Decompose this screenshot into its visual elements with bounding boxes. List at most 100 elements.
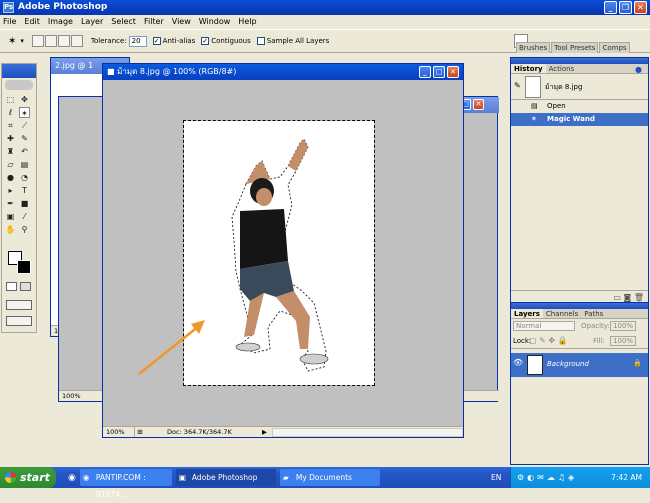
contiguous-checkbox[interactable]: ✓ [201, 37, 210, 45]
quick-launch-firefox-icon[interactable]: ◉ [68, 473, 76, 483]
intersect-selection-button[interactable] [70, 35, 83, 47]
new-selection-button[interactable] [31, 35, 44, 47]
doc-close-button[interactable]: ✕ [447, 66, 459, 78]
clock[interactable]: 7:42 AM [611, 467, 642, 488]
well-tool-presets[interactable]: Tool Presets [551, 42, 599, 53]
eraser-tool-icon[interactable]: ▱ [5, 159, 16, 170]
blend-mode-select[interactable]: Normal [513, 321, 575, 331]
brush-tool-icon[interactable]: ✎ [19, 133, 30, 144]
hand-tool-icon[interactable]: ✋ [5, 224, 16, 235]
close-button[interactable]: ✕ [634, 1, 647, 14]
jump-to-imageready-icon[interactable] [6, 316, 32, 326]
open-step-icon: ▤ [531, 102, 538, 110]
restore-button[interactable]: ❐ [619, 1, 632, 14]
history-brush-source-icon[interactable]: ✎ [514, 81, 521, 90]
history-snapshot[interactable]: ✎ ม้ามุด 8.jpg [511, 74, 648, 100]
horizontal-scrollbar[interactable] [272, 427, 463, 437]
task-my-documents[interactable]: ▰ My Documents [279, 469, 380, 486]
type-tool-icon[interactable]: T [19, 185, 30, 196]
status-info-icon[interactable]: ⊞ [135, 427, 145, 437]
tolerance-label: Tolerance: [90, 37, 127, 45]
tray-icons[interactable]: ⚙◐✉☁♫◈ [517, 467, 577, 488]
pen-tool-icon[interactable]: ✒ [5, 198, 16, 209]
zoom-level-front[interactable]: 100% [103, 427, 135, 437]
minimize-button[interactable]: _ [604, 1, 617, 14]
middle-close-button[interactable]: ✕ [473, 99, 484, 110]
delete-step-icon[interactable]: 🗑 [634, 293, 644, 302]
screen-mode-icon[interactable] [6, 300, 32, 310]
menu-help[interactable]: Help [238, 17, 256, 26]
history-item-magic-wand[interactable]: ✶ Magic Wand [511, 113, 648, 126]
menu-window[interactable]: Window [199, 17, 231, 26]
dodge-tool-icon[interactable]: ◔ [19, 172, 30, 183]
zoom-tool-icon[interactable]: ⚲ [19, 224, 30, 235]
magic-wand-preset-icon[interactable]: ✶ [8, 36, 16, 47]
tab-paths[interactable]: Paths [581, 309, 606, 318]
layer-row-background[interactable]: 👁 Background 🔒 [511, 353, 648, 377]
tab-layers[interactable]: Layers [511, 309, 543, 318]
tab-channels[interactable]: Channels [543, 309, 581, 318]
move-tool-icon[interactable]: ✥ [19, 94, 30, 105]
opacity-label: Opacity: [581, 322, 610, 330]
shape-tool-icon[interactable]: ■ [19, 198, 30, 209]
menu-image[interactable]: Image [48, 17, 73, 26]
slice-tool-icon[interactable]: ⟋ [19, 120, 30, 131]
menu-file[interactable]: File [3, 17, 16, 26]
anti-alias-checkbox[interactable]: ✓ [152, 37, 161, 45]
eyedropper-tool-icon[interactable]: ⁄ [19, 211, 30, 222]
tab-history[interactable]: History [511, 64, 546, 73]
crop-tool-icon[interactable]: ⌗ [5, 120, 16, 131]
new-document-icon[interactable]: ▭ [613, 293, 621, 302]
menu-view[interactable]: View [172, 17, 191, 26]
sample-all-layers-checkbox[interactable] [256, 37, 265, 45]
language-indicator[interactable]: EN [491, 467, 501, 488]
well-brushes[interactable]: Brushes [516, 42, 551, 53]
menu-bar: File Edit Image Layer Select Filter View… [0, 15, 650, 28]
standard-mode-icon[interactable] [6, 282, 17, 291]
task-photoshop[interactable]: ▣ Adobe Photoshop [175, 469, 276, 486]
contiguous-label: Contiguous [211, 37, 251, 45]
preset-dropdown-icon[interactable]: ▾ [20, 37, 24, 45]
document-title-front[interactable]: ■ ม้ามุด 8.jpg @ 100% (RGB/8#) [103, 64, 463, 80]
lasso-tool-icon[interactable]: ℓ [5, 107, 16, 118]
gradient-tool-icon[interactable]: ▤ [19, 159, 30, 170]
background-color-swatch[interactable] [17, 260, 31, 274]
tab-actions[interactable]: Actions [546, 64, 578, 73]
opacity-input[interactable]: 100% [610, 321, 636, 331]
blur-tool-icon[interactable]: ● [5, 172, 16, 183]
tolerance-input[interactable]: 20 [128, 35, 147, 47]
fill-input[interactable]: 100% [610, 336, 636, 346]
add-selection-button[interactable] [44, 35, 57, 47]
history-panel-menu-icon[interactable]: ● [635, 65, 642, 74]
document-window-front[interactable]: ■ ม้ามุด 8.jpg @ 100% (RGB/8#) _ □ ✕ 100… [102, 63, 464, 438]
marquee-tool-icon[interactable]: ⬚ [5, 94, 16, 105]
status-menu-arrow-icon[interactable]: ▶ [262, 427, 272, 437]
photoshop-icon: Ps [3, 2, 14, 13]
toolbox-header [2, 64, 36, 78]
menu-edit[interactable]: Edit [24, 17, 40, 26]
path-select-icon[interactable]: ▸ [5, 185, 16, 196]
well-comps[interactable]: Comps [599, 42, 630, 53]
zoom-level-middle[interactable]: 100% [59, 392, 81, 400]
system-tray: EN ⚙◐✉☁♫◈ 7:42 AM [491, 467, 650, 488]
subtract-selection-button[interactable] [57, 35, 70, 47]
healing-brush-icon[interactable]: ✚ [5, 133, 16, 144]
clone-stamp-icon[interactable]: ♜ [5, 146, 16, 157]
history-brush-icon[interactable]: ↶ [19, 146, 30, 157]
start-button[interactable]: start [0, 467, 56, 488]
doc-minimize-button[interactable]: _ [419, 66, 431, 78]
doc-maximize-button[interactable]: □ [433, 66, 445, 78]
start-label: start [20, 471, 50, 484]
notes-tool-icon[interactable]: ▣ [5, 211, 16, 222]
menu-layer[interactable]: Layer [81, 17, 103, 26]
quick-mask-icon[interactable] [20, 282, 31, 291]
adobe-logo-icon[interactable] [5, 80, 33, 90]
lock-icons[interactable]: ▢ ✎ ✥ 🔒 [529, 336, 568, 345]
layer-visibility-eye-icon[interactable]: 👁 [513, 358, 523, 370]
menu-select[interactable]: Select [111, 17, 136, 26]
menu-filter[interactable]: Filter [144, 17, 164, 26]
task-pantip[interactable]: ◉ PANTIP.COM : R1074... [79, 469, 172, 499]
new-snapshot-icon[interactable]: ◙ [624, 293, 632, 302]
magic-wand-tool-icon[interactable]: ✶ [19, 107, 30, 118]
history-item-open[interactable]: ▤ Open [511, 100, 648, 113]
